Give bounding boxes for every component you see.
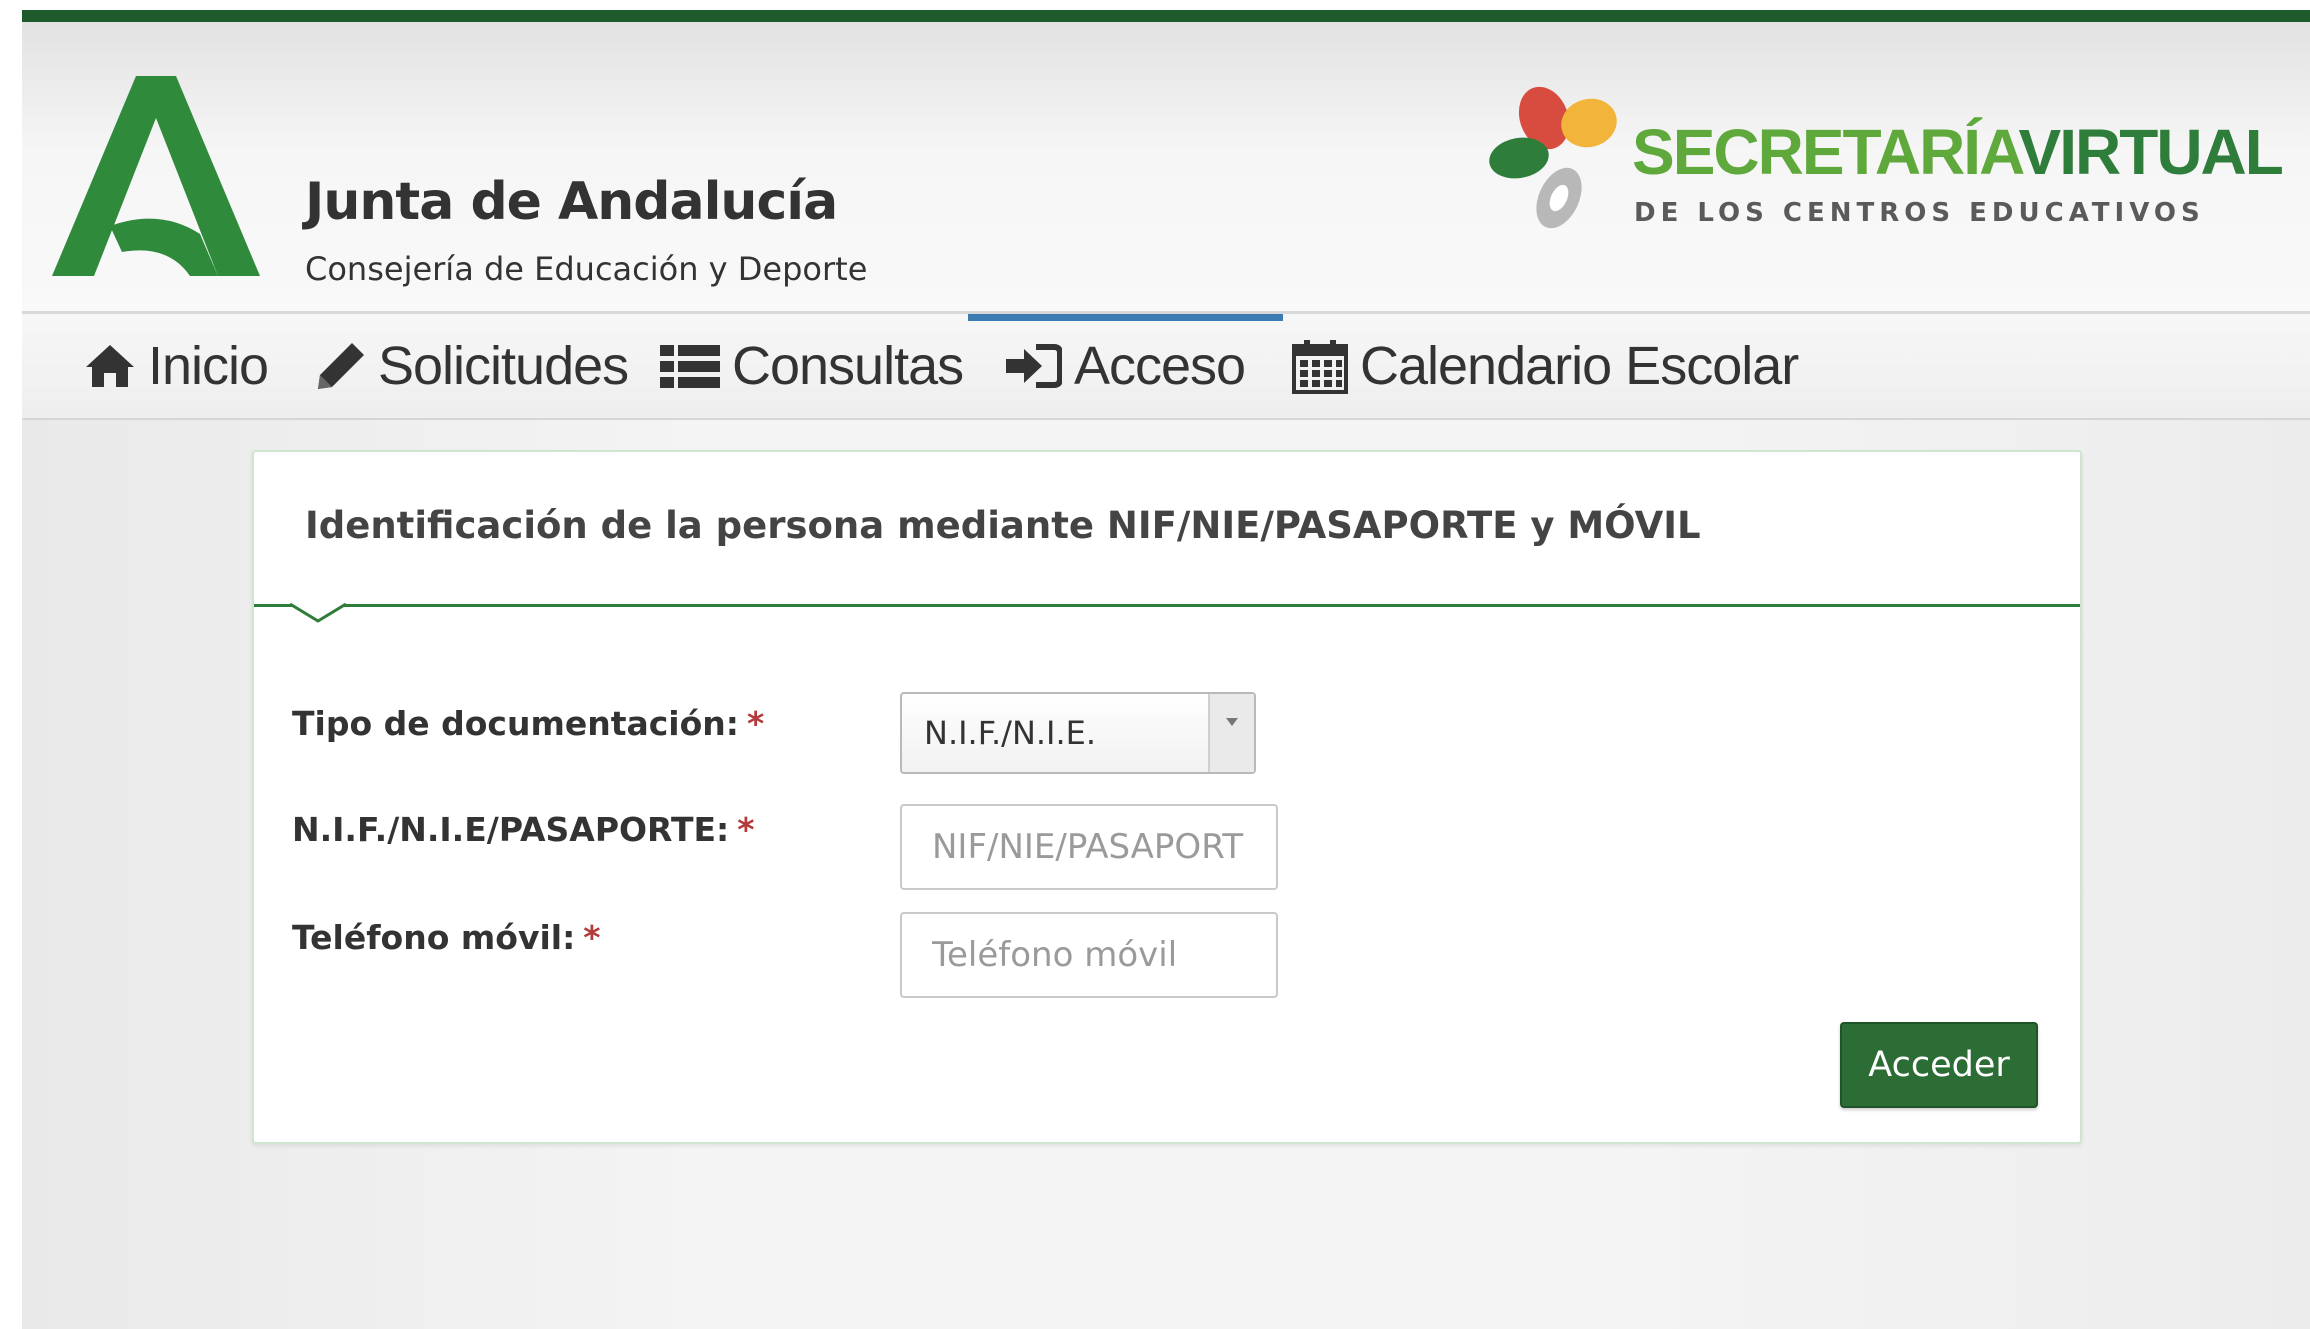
- main-nav: Inicio Solicitudes Consultas Acceso Cale…: [22, 314, 2310, 420]
- calendar-icon: [1292, 340, 1348, 394]
- nav-item-consultas[interactable]: Consultas: [660, 314, 964, 418]
- junta-andalucia-logo: [52, 76, 260, 276]
- nav-item-label: Consultas: [732, 336, 964, 396]
- app-title: SECRETARÍAVIRTUAL: [1632, 120, 2284, 184]
- doc-number-label: N.I.F./N.I.E/PASAPORTE: *: [292, 810, 755, 849]
- phone-label: Teléfono móvil: *: [292, 918, 601, 957]
- doc-number-label-text: N.I.F./N.I.E/PASAPORTE:: [292, 810, 730, 849]
- doc-type-label-text: Tipo de documentación:: [292, 704, 739, 743]
- acceder-button[interactable]: Acceder: [1840, 1022, 2038, 1108]
- home-icon: [86, 345, 134, 387]
- doc-type-label: Tipo de documentación: *: [292, 704, 764, 743]
- secretaria-virtual-logo: [1489, 86, 1617, 229]
- required-mark: *: [737, 810, 755, 849]
- chevron-down-icon: [1226, 718, 1238, 726]
- app-subtitle: DE LOS CENTROS EDUCATIVOS: [1634, 198, 2205, 228]
- nav-item-solicitudes[interactable]: Solicitudes: [314, 314, 629, 418]
- sign-in-icon: [1006, 344, 1062, 388]
- page: Junta de Andalucía Consejería de Educaci…: [22, 10, 2310, 1329]
- doc-number-input[interactable]: [900, 804, 1278, 890]
- nav-item-label: Calendario Escolar: [1360, 336, 1799, 396]
- top-bar: [22, 10, 2310, 22]
- pencil-icon: [318, 343, 364, 389]
- phone-label-text: Teléfono móvil:: [292, 918, 576, 957]
- nav-item-label: Solicitudes: [378, 336, 629, 396]
- panel-title: Identificación de la persona mediante NI…: [305, 504, 1701, 547]
- org-title: Junta de Andalucía: [305, 172, 838, 232]
- phone-input[interactable]: [900, 912, 1278, 998]
- doc-type-selected-value: N.I.F./N.I.E.: [924, 714, 1097, 752]
- nav-item-label: Inicio: [148, 336, 269, 396]
- doc-type-dropdown-arrow[interactable]: [1208, 694, 1254, 772]
- org-subtitle: Consejería de Educación y Deporte: [305, 250, 868, 288]
- list-icon: [660, 345, 720, 388]
- panel-header: Identificación de la persona mediante NI…: [254, 452, 2080, 607]
- nav-item-acceso[interactable]: Acceso: [967, 314, 1284, 418]
- required-mark: *: [583, 918, 601, 957]
- header-notch-icon: [290, 603, 346, 623]
- nav-item-inicio[interactable]: Inicio: [84, 314, 269, 418]
- app-title-part1: SECRETARÍA: [1632, 116, 2021, 188]
- identification-panel: Identificación de la persona mediante NI…: [252, 450, 2082, 1144]
- app-title-part2: VIRTUAL: [2018, 116, 2284, 188]
- header: Junta de Andalucía Consejería de Educaci…: [22, 22, 2310, 314]
- nav-item-calendario-escolar[interactable]: Calendario Escolar: [1292, 314, 1799, 418]
- nav-item-label: Acceso: [1074, 336, 1246, 396]
- required-mark: *: [746, 704, 765, 743]
- doc-type-select[interactable]: N.I.F./N.I.E.: [900, 692, 1256, 774]
